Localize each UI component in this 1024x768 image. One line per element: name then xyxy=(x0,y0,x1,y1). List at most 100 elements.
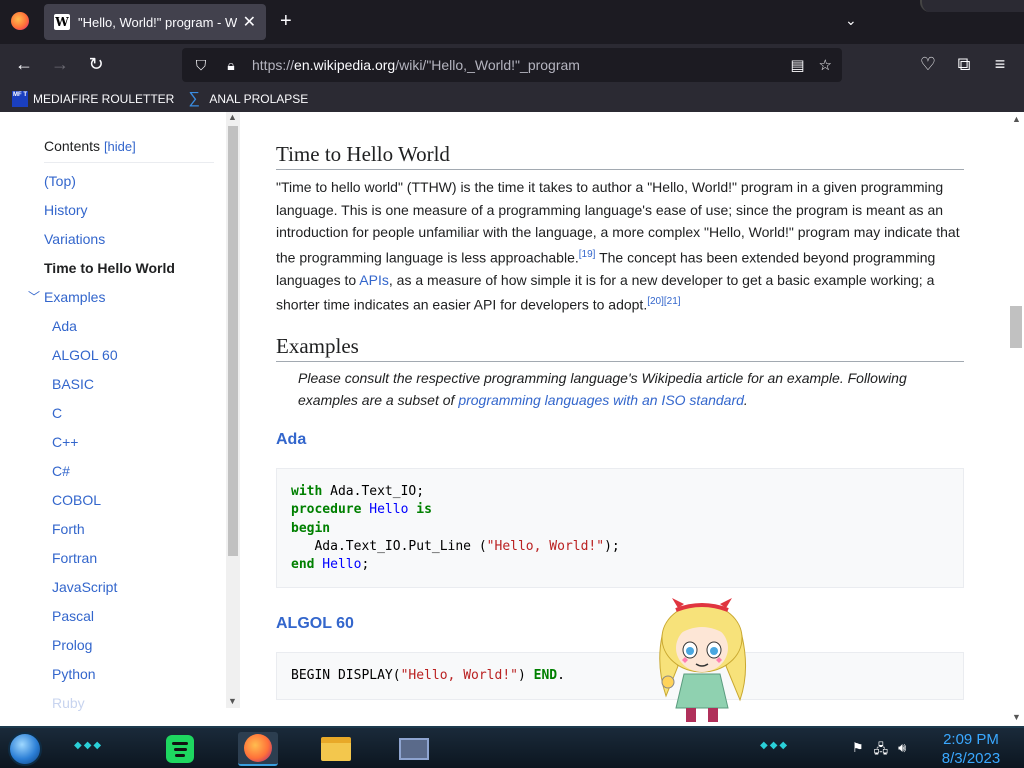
toc-item-cpp[interactable]: C++ xyxy=(44,428,214,457)
toc-item-variations[interactable]: Variations xyxy=(44,225,214,254)
algol-code-block[interactable]: BEGIN DISPLAY("Hello, World!") END. xyxy=(276,652,964,700)
hatnote: Please consult the respective programmin… xyxy=(298,367,958,411)
firefox-icon xyxy=(244,734,272,762)
toc-item-label: Examples xyxy=(44,289,106,305)
bookmark-mediafire[interactable]: MF T MEDIAFIRE ROULETTER xyxy=(12,91,174,107)
code-text: Ada.Text_IO; xyxy=(322,484,425,499)
flag-icon[interactable]: ⚑ xyxy=(852,740,864,762)
new-tab-button[interactable]: + xyxy=(280,10,292,33)
toc-item-pascal[interactable]: Pascal xyxy=(44,602,214,631)
taskbar-spotify[interactable] xyxy=(160,732,200,766)
folder-icon xyxy=(321,737,351,761)
bookmark-second[interactable]: ∑ ANAL PROLAPSE xyxy=(188,91,308,107)
toc-item-python[interactable]: Python xyxy=(44,660,214,689)
toc-hide-link[interactable]: [hide] xyxy=(104,139,136,154)
toc-item-forth[interactable]: Forth xyxy=(44,515,214,544)
code-keyword: procedure xyxy=(291,502,362,518)
ada-code-block[interactable]: with Ada.Text_IO; procedure Hello is beg… xyxy=(276,468,964,588)
spotify-icon xyxy=(166,735,194,763)
code-keyword: begin xyxy=(291,520,331,536)
code-identifier: Hello xyxy=(361,502,409,518)
toc-item-csharp[interactable]: C# xyxy=(44,457,214,486)
reference-21[interactable]: [21] xyxy=(664,296,681,307)
window-frame-decoration xyxy=(920,0,1024,12)
toc-item-algol-60[interactable]: ALGOL 60 xyxy=(44,341,214,370)
code-keyword: with xyxy=(291,484,323,499)
hatnote-end: . xyxy=(743,392,748,408)
system-clock[interactable]: 2:09 PM 8/3/2023 xyxy=(938,730,1004,768)
forward-arrow-icon[interactable]: → xyxy=(49,54,71,74)
firefox-logo-icon[interactable] xyxy=(11,12,29,30)
window-icon xyxy=(399,738,429,760)
code-text: Ada.Text_IO.Put_Line ( xyxy=(291,538,487,554)
taskbar: ◆◆◆ ◆◆◆ ⚑ 🖧 🔊︎ 2:09 PM 8/3/2023 xyxy=(0,726,1024,768)
mediafire-favicon-icon: MF T xyxy=(12,91,28,107)
bookmark-star-icon[interactable]: ☆ xyxy=(819,56,832,74)
code-keyword: END xyxy=(533,668,558,683)
clock-time: 2:09 PM xyxy=(943,731,999,748)
toc-item-prolog[interactable]: Prolog xyxy=(44,631,214,660)
toc-item-ada[interactable]: Ada xyxy=(44,312,214,341)
pocket-icon[interactable]: ♡ xyxy=(917,54,939,74)
table-of-contents: Contents [hide] (Top) History Variations… xyxy=(0,112,240,726)
toc-item-examples[interactable]: ﹀ Examples xyxy=(28,283,214,312)
code-keyword: end xyxy=(291,557,315,573)
toc-scrollbar-thumb[interactable] xyxy=(228,126,238,556)
lock-icon[interactable]: 🔒︎ xyxy=(222,57,240,74)
reference-20[interactable]: [20] xyxy=(647,296,664,307)
close-tab-icon[interactable]: ✕ xyxy=(243,12,256,32)
reference-19[interactable]: [19] xyxy=(579,249,596,260)
menu-icon[interactable]: ≡ xyxy=(989,54,1011,74)
toc-item-c[interactable]: C xyxy=(44,399,214,428)
toc-item-basic[interactable]: BASIC xyxy=(44,370,214,399)
bookmarks-toolbar: MF T MEDIAFIRE ROULETTER ∑ ANAL PROLAPSE xyxy=(0,86,1024,112)
cartoon-girl-mascot-icon xyxy=(659,598,747,722)
code-identifier: Hello xyxy=(314,557,362,573)
code-keyword: is xyxy=(408,502,432,518)
toc-heading: Contents [hide] xyxy=(44,138,214,163)
reload-icon[interactable]: ↻ xyxy=(85,54,107,74)
tab-hello-world[interactable]: W "Hello, World!" program - Wiki ✕ xyxy=(44,4,266,40)
toc-title: Contents xyxy=(44,138,101,154)
page-scrollbar-track[interactable] xyxy=(1008,112,1024,726)
toc-item-fortran[interactable]: Fortran xyxy=(44,544,214,573)
shield-icon[interactable]: ⛉ xyxy=(192,57,210,74)
section-heading-time-to-hello-world: Time to Hello World xyxy=(276,142,964,170)
taskbar-firefox[interactable] xyxy=(238,732,278,766)
list-all-tabs-chevron-icon[interactable]: ⌄ xyxy=(845,12,857,29)
toc-item-history[interactable]: History xyxy=(44,196,214,225)
page-scroll-down-icon[interactable]: ▼ xyxy=(1012,712,1021,722)
toc-scroll-down-icon[interactable]: ▼ xyxy=(228,696,237,706)
iso-standard-link[interactable]: programming languages with an ISO standa… xyxy=(458,392,744,408)
toc-item-javascript[interactable]: JavaScript xyxy=(44,573,214,602)
extensions-icon[interactable]: ⧉ xyxy=(953,54,975,74)
tab-strip: W "Hello, World!" program - Wiki ✕ + ⌄ xyxy=(0,0,1024,44)
code-string: "Hello, World!" xyxy=(486,538,605,554)
volume-icon[interactable]: 🔊︎ xyxy=(898,740,906,762)
apis-link[interactable]: APIs xyxy=(359,272,389,288)
chevron-down-icon[interactable]: ﹀ xyxy=(28,283,40,312)
toc-item-time-to-hello-world[interactable]: Time to Hello World xyxy=(44,254,214,283)
network-icon[interactable]: 🖧 xyxy=(874,740,889,762)
code-text: ) xyxy=(517,668,534,683)
url-text[interactable]: https://en.wikipedia.org/wiki/"Hello,_Wo… xyxy=(252,57,580,73)
toc-scroll-up-icon[interactable]: ▲ xyxy=(228,112,237,122)
code-text: ; xyxy=(361,557,370,573)
back-arrow-icon[interactable]: ← xyxy=(13,54,35,74)
toc-item-top[interactable]: (Top) xyxy=(44,167,214,196)
taskbar-file-explorer[interactable] xyxy=(316,732,356,766)
clock-date: 8/3/2023 xyxy=(941,750,1001,767)
start-orb-icon[interactable] xyxy=(8,732,42,766)
reader-view-icon[interactable]: ▤ xyxy=(790,56,804,74)
page-scrollbar-thumb[interactable] xyxy=(1010,306,1022,348)
taskbar-window[interactable] xyxy=(394,732,434,766)
tab-title: "Hello, World!" program - Wiki xyxy=(78,14,237,30)
code-string: "Hello, World!" xyxy=(400,668,518,683)
page-scroll-up-icon[interactable]: ▲ xyxy=(1012,114,1021,124)
toc-item-cobol[interactable]: COBOL xyxy=(44,486,214,515)
wikipedia-favicon-icon: W xyxy=(54,14,70,30)
address-bar[interactable]: ⛉ 🔒︎ https://en.wikipedia.org/wiki/"Hell… xyxy=(182,48,842,82)
web-page: Contents [hide] (Top) History Variations… xyxy=(0,112,1024,726)
toc-item-ruby[interactable]: Ruby xyxy=(44,689,214,718)
url-path: /wiki/"Hello,_World!"_program xyxy=(395,57,580,73)
